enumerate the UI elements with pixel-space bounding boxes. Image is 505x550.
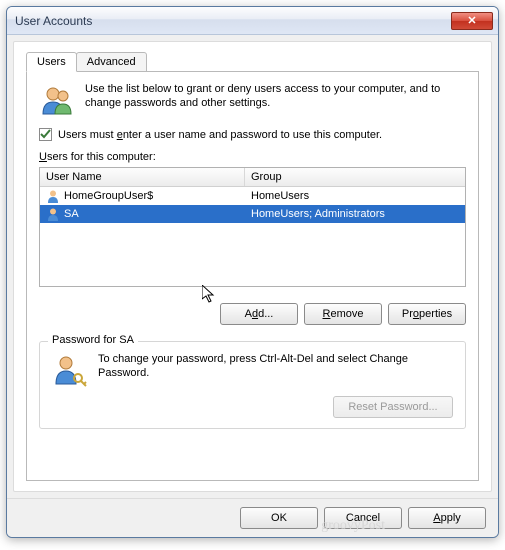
require-login-label: Users must enter a user name and passwor…	[58, 129, 382, 141]
group-cell: HomeUsers; Administrators	[245, 207, 465, 221]
username-cell: HomeGroupUser$	[64, 190, 153, 202]
column-group[interactable]: Group	[245, 168, 465, 186]
table-row[interactable]: HomeGroupUser$ HomeUsers	[40, 187, 465, 205]
users-listview[interactable]: User Name Group HomeGroupUser$ HomeUsers	[39, 167, 466, 287]
user-buttons-row: Add... Remove Properties	[39, 303, 466, 325]
add-button[interactable]: Add...	[220, 303, 298, 325]
password-groupbox-title: Password for SA	[48, 334, 138, 346]
apply-button[interactable]: Apply	[408, 507, 486, 529]
tab-users[interactable]: Users	[26, 52, 77, 72]
column-username[interactable]: User Name	[40, 168, 245, 186]
tab-panel-users: Use the list below to grant or deny user…	[26, 71, 479, 481]
reset-password-button: Reset Password...	[333, 396, 453, 418]
password-groupbox: Password for SA To change your password,…	[39, 341, 466, 429]
require-login-checkbox-row[interactable]: Users must enter a user name and passwor…	[39, 128, 466, 141]
remove-button[interactable]: Remove	[304, 303, 382, 325]
cancel-button[interactable]: Cancel	[324, 507, 402, 529]
username-cell: SA	[64, 208, 79, 220]
user-key-icon	[52, 352, 88, 388]
require-login-checkbox[interactable]	[39, 128, 52, 141]
user-icon	[46, 207, 60, 221]
user-icon	[46, 189, 60, 203]
close-button[interactable]: ✕	[451, 12, 493, 30]
cursor-icon	[202, 285, 218, 305]
intro-row: Use the list below to grant or deny user…	[39, 82, 466, 118]
users-icon	[39, 82, 75, 118]
close-icon: ✕	[467, 14, 476, 27]
users-list-label: Users for this computer:	[39, 151, 466, 163]
listview-header[interactable]: User Name Group	[40, 168, 465, 187]
client-area: Users Advanced Use the list below to gra…	[13, 41, 492, 492]
table-row[interactable]: SA HomeUsers; Administrators	[40, 205, 465, 223]
ok-button[interactable]: OK	[240, 507, 318, 529]
user-accounts-dialog: User Accounts ✕ Users Advanced Use the l…	[6, 6, 499, 538]
properties-button[interactable]: Properties	[388, 303, 466, 325]
tab-strip: Users Advanced	[26, 52, 479, 72]
window-title: User Accounts	[15, 14, 451, 28]
intro-text: Use the list below to grant or deny user…	[85, 82, 466, 118]
titlebar[interactable]: User Accounts ✕	[7, 7, 498, 35]
password-text: To change your password, press Ctrl-Alt-…	[98, 352, 453, 381]
group-cell: HomeUsers	[245, 189, 465, 203]
dialog-button-row: OK Cancel Apply groovyPost	[7, 498, 498, 537]
tab-advanced[interactable]: Advanced	[76, 52, 147, 72]
